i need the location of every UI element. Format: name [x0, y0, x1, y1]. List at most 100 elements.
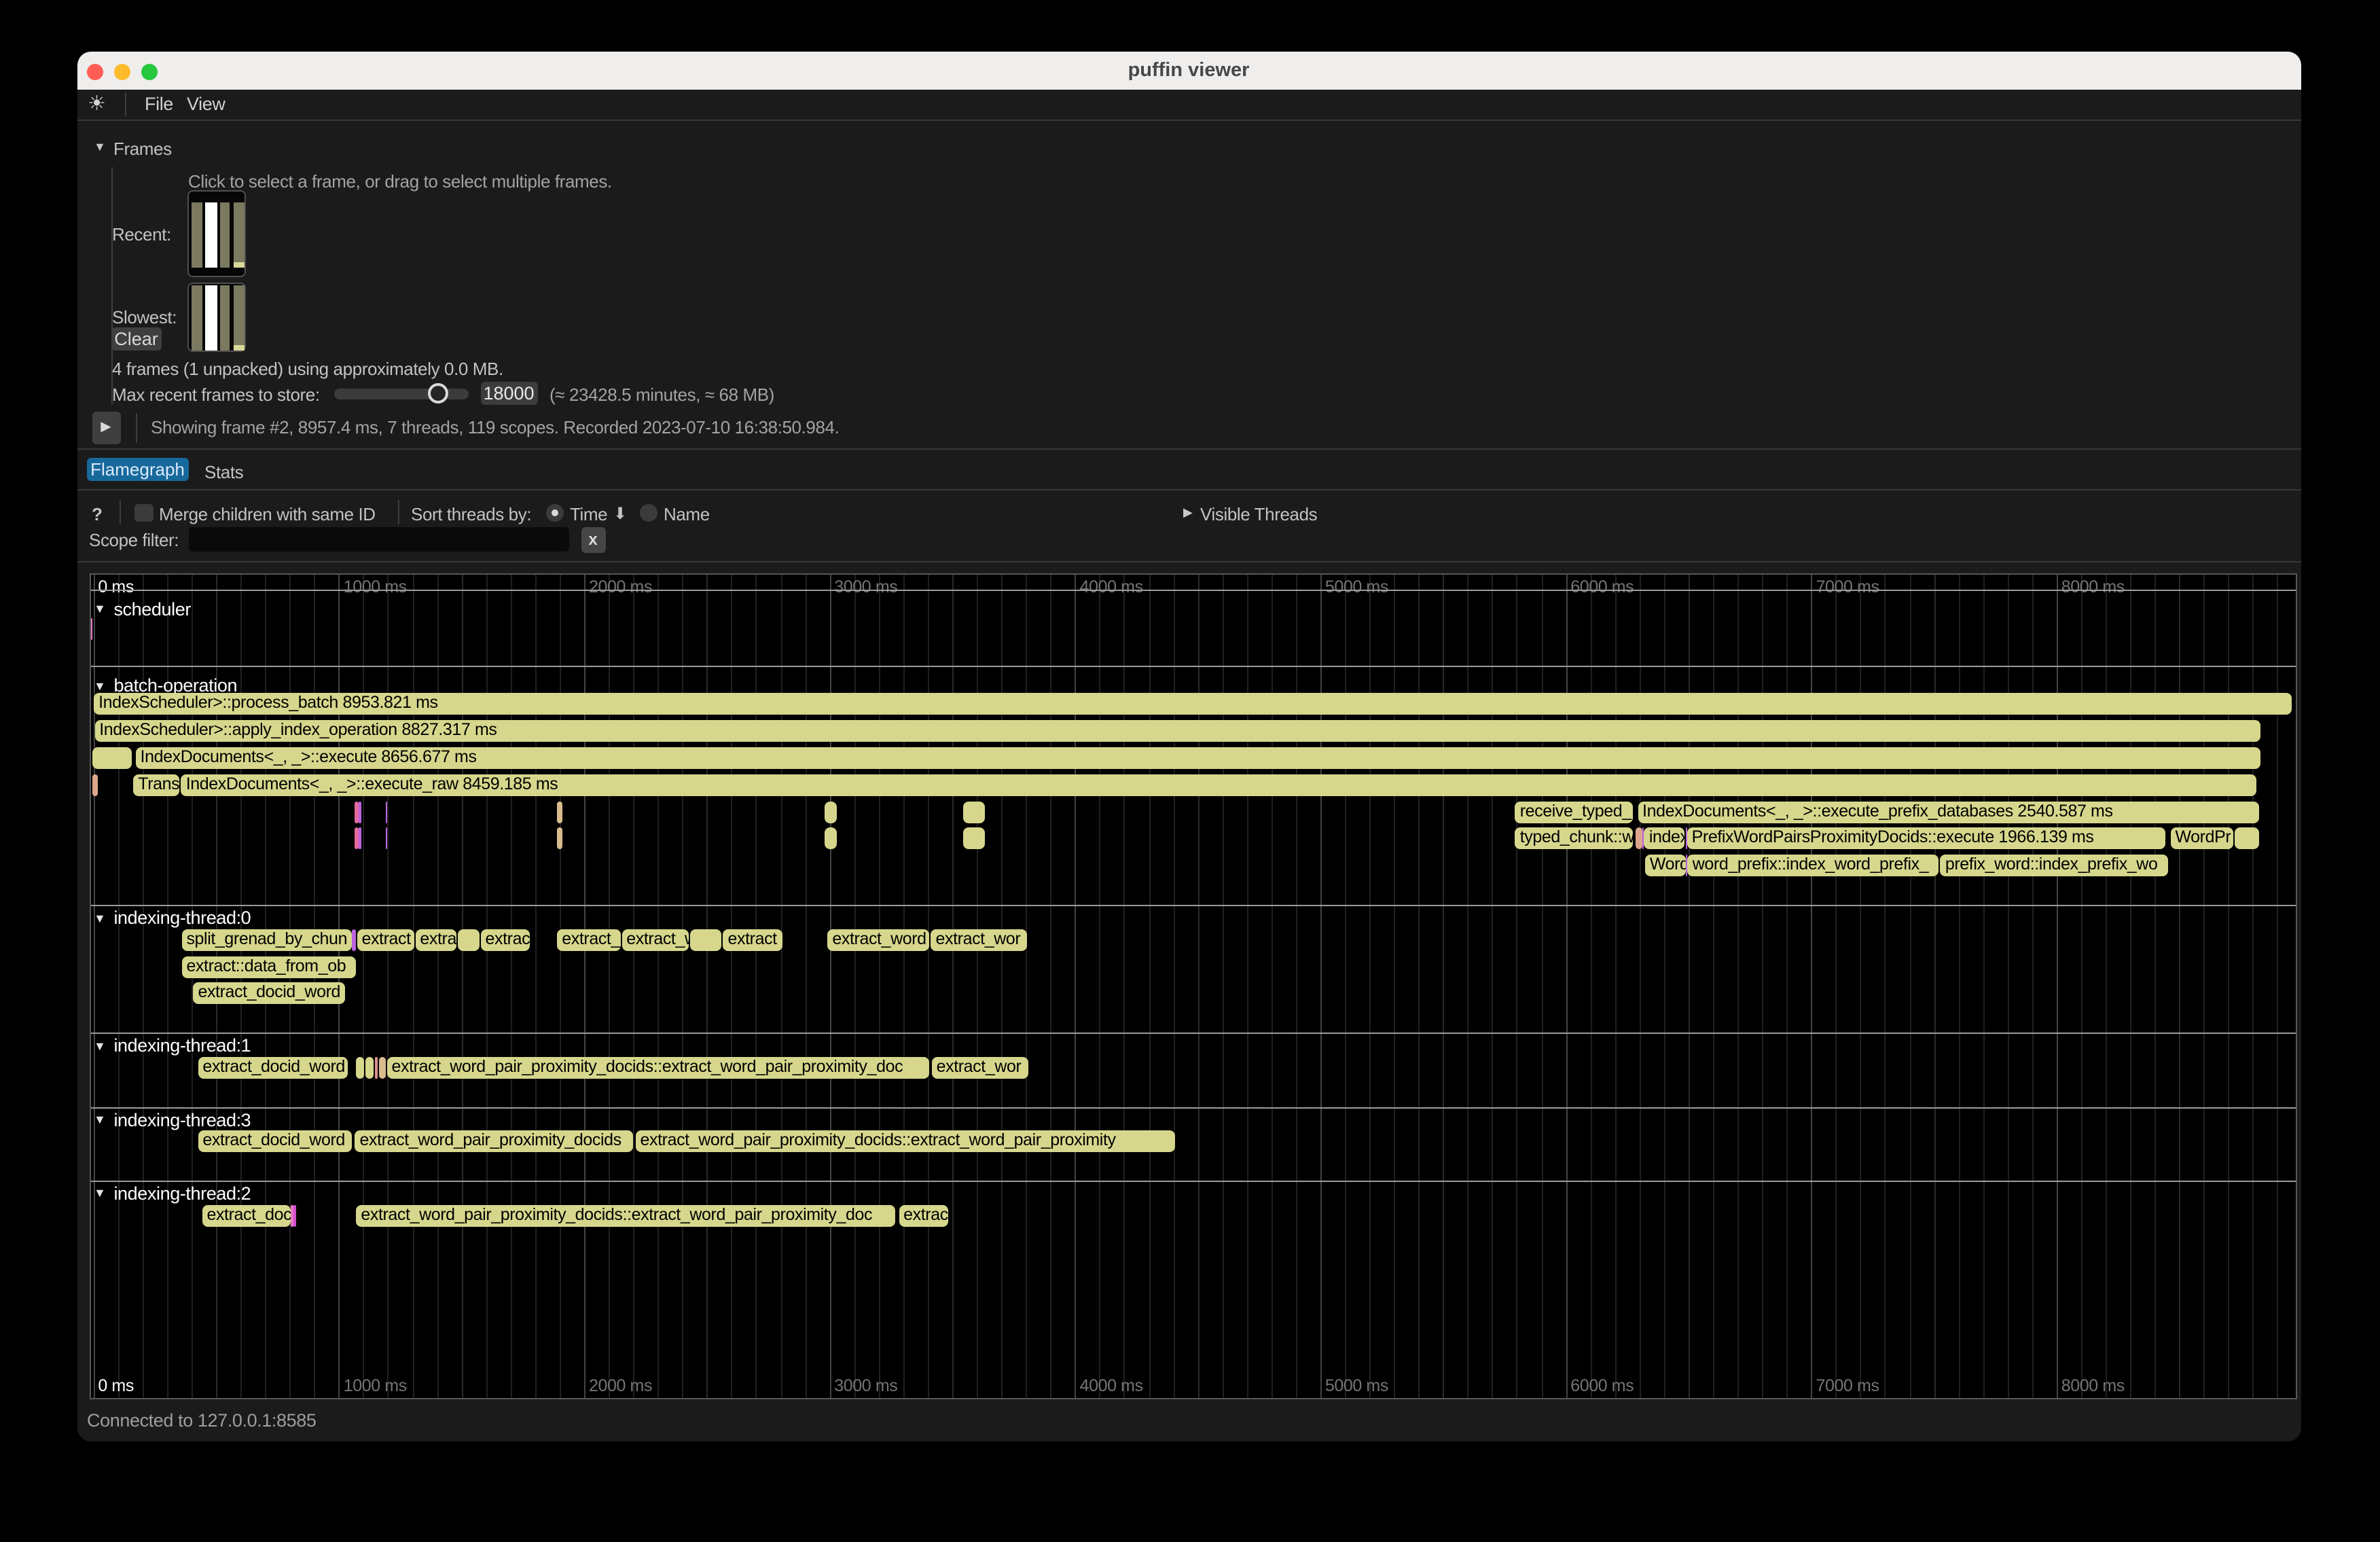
- thread-label[interactable]: ▼indexing-thread:0: [94, 908, 251, 928]
- scope-bar[interactable]: [359, 801, 362, 823]
- scope-bar[interactable]: [689, 929, 721, 950]
- scope-bar[interactable]: [557, 827, 563, 849]
- scope-bar[interactable]: [93, 747, 132, 768]
- collapse-triangle-thread[interactable]: ▼: [94, 911, 105, 925]
- scope-bar[interactable]: split_grenad_by_chun: [181, 929, 352, 950]
- scope-bar[interactable]: extrac: [899, 1204, 948, 1226]
- play-button[interactable]: ▶: [92, 412, 120, 444]
- tab-flamegraph[interactable]: Flamegraph: [87, 457, 188, 481]
- scope-bar[interactable]: extra: [415, 929, 456, 950]
- scope-bar[interactable]: [385, 801, 387, 823]
- scope-bar[interactable]: extrac: [481, 929, 530, 950]
- scope-bar[interactable]: [964, 827, 986, 849]
- menu-item-view[interactable]: View: [187, 90, 225, 119]
- frame-bar[interactable]: [219, 202, 230, 267]
- scope-bar[interactable]: Trans: [133, 774, 179, 795]
- scope-bar[interactable]: [355, 827, 359, 849]
- thread-label[interactable]: ▼indexing-thread:1: [94, 1035, 251, 1056]
- scope-bar[interactable]: [385, 827, 387, 849]
- scope-bar[interactable]: WordPr: [2170, 827, 2233, 849]
- radio-sort-name-label[interactable]: Name: [664, 503, 710, 524]
- scope-bar[interactable]: IndexDocuments<_, _>::execute 8656.677 m…: [136, 747, 2260, 768]
- frames-header[interactable]: Frames: [113, 138, 172, 158]
- scope-bar[interactable]: [91, 618, 92, 640]
- clear-filter-button[interactable]: x: [581, 526, 605, 553]
- menu-item-file[interactable]: File: [145, 90, 173, 119]
- scope-bar[interactable]: [458, 929, 480, 950]
- scope-bar[interactable]: extract: [723, 929, 783, 950]
- scope-bar[interactable]: [379, 1057, 386, 1079]
- collapse-triangle-visible-threads[interactable]: ▶: [1183, 505, 1193, 520]
- scope-bar[interactable]: [964, 801, 986, 823]
- scope-bar[interactable]: extract: [357, 929, 414, 950]
- scope-bar[interactable]: extract_docid_word: [193, 982, 345, 1004]
- scope-bar[interactable]: extract_docid_word: [198, 1057, 348, 1079]
- collapse-triangle-frames[interactable]: ▼: [94, 140, 106, 154]
- scope-bar[interactable]: [1636, 827, 1642, 849]
- thread-label[interactable]: ▼indexing-thread:3: [94, 1109, 251, 1130]
- slowest-frames-thumbnail[interactable]: [187, 283, 246, 352]
- tab-stats[interactable]: Stats: [204, 461, 243, 482]
- scope-bar[interactable]: [353, 929, 356, 950]
- scope-bar[interactable]: extract_w: [621, 929, 688, 950]
- scope-bar[interactable]: IndexScheduler>::process_batch 8953.821 …: [94, 692, 2291, 714]
- radio-sort-name[interactable]: [639, 503, 657, 522]
- collapse-triangle-thread[interactable]: ▼: [94, 679, 105, 692]
- collapse-triangle-thread[interactable]: ▼: [94, 602, 105, 615]
- help-button[interactable]: ?: [92, 503, 103, 524]
- scope-bar[interactable]: extract_word_pair_proximity_docids::extr…: [356, 1204, 895, 1226]
- max-frames-value[interactable]: 18000: [480, 381, 537, 405]
- frame-bar[interactable]: [205, 286, 217, 351]
- visible-threads-label[interactable]: Visible Threads: [1200, 503, 1317, 524]
- scope-bar[interactable]: typed_chunk::w: [1515, 827, 1634, 849]
- scope-bar[interactable]: receive_typed_: [1515, 801, 1634, 823]
- collapse-triangle-thread[interactable]: ▼: [94, 1186, 105, 1200]
- frame-bar[interactable]: [219, 286, 230, 351]
- scope-bar[interactable]: [355, 801, 359, 823]
- frame-bar[interactable]: [191, 286, 202, 351]
- thread-label[interactable]: ▼scheduler: [94, 598, 191, 619]
- thread-label[interactable]: ▼indexing-thread:2: [94, 1183, 251, 1203]
- recent-frames-thumbnail[interactable]: [187, 190, 246, 276]
- max-frames-slider[interactable]: [334, 389, 469, 399]
- scope-bar[interactable]: extract_wor: [931, 929, 1027, 950]
- scope-bar[interactable]: extract_word: [827, 929, 929, 950]
- sort-direction-icon[interactable]: ⬇: [613, 503, 627, 522]
- merge-children-label[interactable]: Merge children with same ID: [159, 503, 376, 524]
- frame-bar[interactable]: [233, 202, 244, 267]
- scope-bar[interactable]: extract_wor: [932, 1057, 1028, 1079]
- scope-bar[interactable]: extract_word_pair_proximity_docids::extr…: [387, 1057, 930, 1079]
- frame-bar[interactable]: [205, 202, 217, 267]
- scope-bar[interactable]: index: [1644, 827, 1685, 849]
- frame-bar[interactable]: [233, 286, 244, 351]
- radio-sort-time[interactable]: [545, 503, 564, 522]
- scope-bar[interactable]: [374, 1057, 378, 1079]
- scope-bar[interactable]: [294, 1204, 297, 1226]
- scope-bar[interactable]: IndexDocuments<_, _>::execute_raw 8459.1…: [181, 774, 2257, 795]
- scope-bar[interactable]: [356, 1057, 364, 1079]
- scope-bar[interactable]: [557, 801, 563, 823]
- clear-button[interactable]: Clear: [111, 327, 161, 351]
- frame-bar[interactable]: [191, 202, 202, 267]
- scope-bar[interactable]: Word: [1645, 855, 1686, 876]
- scope-bar[interactable]: PrefixWordPairsProximityDocids::execute …: [1687, 827, 2165, 849]
- flamegraph-canvas[interactable]: 0 ms0 ms1000 ms1000 ms2000 ms2000 ms3000…: [89, 573, 2296, 1399]
- scope-bar[interactable]: word_prefix::index_word_prefix_: [1688, 855, 1939, 876]
- max-frames-slider-knob[interactable]: [429, 384, 449, 404]
- collapse-triangle-thread[interactable]: ▼: [94, 1039, 105, 1052]
- scope-bar[interactable]: [92, 774, 97, 795]
- scope-bar[interactable]: [359, 827, 362, 849]
- collapse-triangle-thread[interactable]: ▼: [94, 1113, 105, 1126]
- scope-bar[interactable]: [825, 827, 837, 849]
- scope-bar[interactable]: [825, 801, 837, 823]
- scope-bar[interactable]: [291, 1204, 293, 1226]
- scope-bar[interactable]: IndexScheduler>::apply_index_operation 8…: [94, 719, 2260, 741]
- scope-bar[interactable]: IndexDocuments<_, _>::execute_prefix_dat…: [1638, 801, 2258, 823]
- scope-bar[interactable]: extract_doc: [202, 1204, 290, 1226]
- scope-bar[interactable]: prefix_word::index_prefix_wo: [1941, 855, 2169, 876]
- scope-bar[interactable]: [2235, 827, 2260, 849]
- scope-bar[interactable]: extract_docid_word: [198, 1130, 352, 1152]
- scope-bar[interactable]: extract_word_pair_proximity_docids::extr…: [636, 1130, 1175, 1152]
- scope-bar[interactable]: extract::data_from_ob: [181, 956, 355, 978]
- scope-bar[interactable]: extract_word_pair_proximity_docids: [355, 1130, 634, 1152]
